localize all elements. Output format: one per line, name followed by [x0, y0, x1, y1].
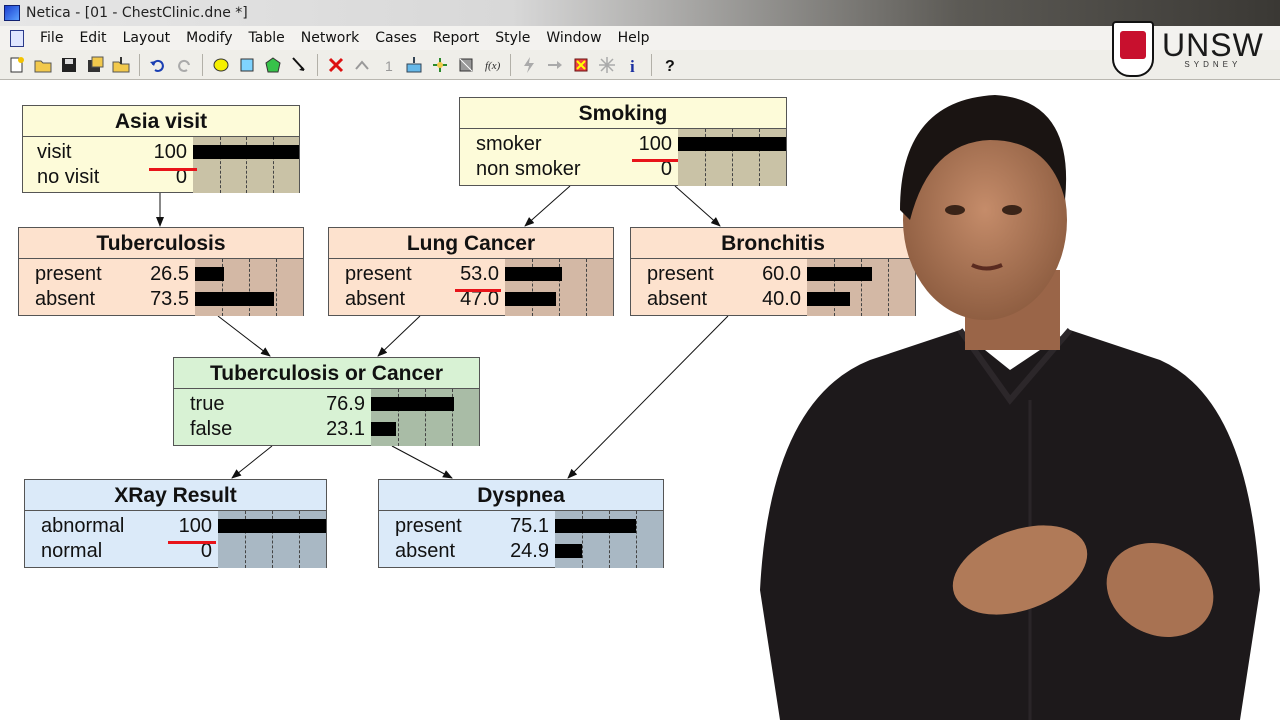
node-title: Tuberculosis: [19, 228, 303, 259]
node-title: Smoking: [460, 98, 786, 129]
state-value: 100: [638, 133, 672, 155]
node-title: Dyspnea: [379, 480, 663, 511]
link-tborcancer-dyspnea: [391, 445, 453, 479]
node-xray-result[interactable]: XRay Result abnormal 100 normal 0: [24, 479, 327, 568]
link-tborcancer-xray: [231, 445, 273, 479]
bar-grid-line: [636, 511, 637, 568]
state-value: 76.9: [326, 393, 365, 415]
finding-underline: [149, 168, 197, 171]
link-bronchitis-dyspnea: [567, 315, 729, 479]
state-label: normal: [41, 540, 103, 562]
link-smoking-lungcancer: [524, 185, 571, 227]
node-lung-cancer[interactable]: Lung Cancer present 53.0 absent 47.0: [328, 227, 614, 316]
state-label: abnormal: [41, 515, 125, 537]
belief-bar: [505, 292, 556, 306]
node-title: Lung Cancer: [329, 228, 613, 259]
node-title: Asia visit: [23, 106, 299, 137]
belief-bars: [193, 137, 299, 193]
finding-underline: [455, 289, 501, 292]
belief-bars: [505, 259, 613, 316]
bar-grid-line: [586, 259, 587, 316]
belief-bar: [195, 292, 274, 306]
state-value: 75.1: [510, 515, 549, 537]
finding-underline: [168, 541, 216, 544]
state-label: present: [647, 263, 714, 285]
state-label: visit: [37, 141, 72, 163]
belief-bars: [218, 511, 326, 568]
state-value: 26.5: [150, 263, 189, 285]
state-label: present: [345, 263, 412, 285]
link-smoking-bronchitis: [674, 185, 721, 227]
belief-bar: [371, 397, 454, 411]
node-title: XRay Result: [25, 480, 326, 511]
node-smoking[interactable]: Smoking smoker 100 non smoker 0: [459, 97, 787, 186]
bar-grid-line: [249, 259, 250, 316]
belief-bar: [193, 145, 299, 159]
belief-bar: [505, 267, 562, 281]
state-label: present: [395, 515, 462, 537]
link-lungcancer-tborcancer: [377, 315, 421, 357]
node-dyspnea[interactable]: Dyspnea present 75.1 absent 24.9: [378, 479, 664, 568]
node-asia-visit[interactable]: Asia visit visit 100 no visit 0: [22, 105, 300, 193]
state-value: 100: [153, 141, 187, 163]
belief-bar: [555, 519, 636, 533]
node-title: Tuberculosis or Cancer: [174, 358, 479, 389]
state-label: no visit: [37, 166, 100, 188]
finding-underline: [632, 159, 678, 162]
belief-bars: [195, 259, 303, 316]
state-value: 73.5: [150, 288, 189, 310]
state-value: 24.9: [510, 540, 549, 562]
state-label: absent: [647, 288, 708, 310]
node-tuberculosis[interactable]: Tuberculosis present 26.5 absent 73.5: [18, 227, 304, 316]
bar-grid-line: [276, 259, 277, 316]
state-value: 53.0: [460, 263, 499, 285]
state-label: true: [190, 393, 225, 415]
belief-bar: [218, 519, 326, 533]
state-label: absent: [395, 540, 456, 562]
state-label: absent: [345, 288, 406, 310]
state-value: 100: [178, 515, 212, 537]
state-label: non smoker: [476, 158, 581, 180]
state-label: absent: [35, 288, 96, 310]
node-tuberculosis-or-cancer[interactable]: Tuberculosis or Cancer true 76.9 false 2…: [173, 357, 480, 446]
belief-bar: [555, 544, 582, 558]
belief-bar: [195, 267, 224, 281]
state-label: false: [190, 418, 233, 440]
presenter-image: [760, 95, 1260, 720]
belief-bars: [555, 511, 663, 568]
belief-bars: [371, 389, 479, 446]
belief-bar: [371, 422, 396, 436]
state-label: present: [35, 263, 102, 285]
state-label: smoker: [476, 133, 542, 155]
state-value: 23.1: [326, 418, 365, 440]
link-tuberculosis-tborcancer: [217, 315, 271, 357]
